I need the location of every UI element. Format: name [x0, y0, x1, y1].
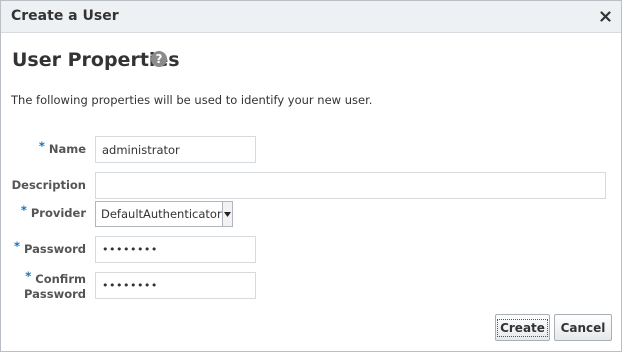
dialog-title: Create a User	[11, 8, 119, 24]
confirm-password-field[interactable]: ••••••••	[95, 272, 256, 299]
password-label: * Password	[13, 239, 86, 256]
help-icon[interactable]: ?	[151, 51, 167, 67]
description-field[interactable]	[95, 172, 606, 199]
provider-select[interactable]: DefaultAuthenticator	[95, 201, 233, 227]
name-label: * Name	[38, 139, 86, 156]
name-field[interactable]: administrator	[95, 136, 256, 163]
required-marker: *	[25, 269, 32, 283]
confirm-password-label: * Confirm Password	[24, 269, 86, 301]
create-button[interactable]: Create	[495, 314, 550, 341]
create-user-dialog: Create a User User Properties ? The foll…	[0, 0, 622, 352]
close-icon	[599, 10, 611, 22]
required-marker: *	[20, 203, 27, 217]
description-label: Description	[11, 178, 86, 192]
provider-label: * Provider	[20, 203, 86, 220]
provider-select-value: DefaultAuthenticator	[101, 207, 222, 221]
password-field[interactable]: ••••••••	[95, 236, 256, 263]
cancel-button[interactable]: Cancel	[554, 314, 612, 341]
required-marker: *	[38, 139, 45, 153]
chevron-down-icon[interactable]	[221, 202, 232, 226]
required-marker: *	[13, 239, 20, 253]
intro-text: The following properties will be used to…	[11, 93, 373, 107]
dialog-titlebar: Create a User	[1, 1, 621, 33]
close-button[interactable]	[595, 5, 615, 27]
